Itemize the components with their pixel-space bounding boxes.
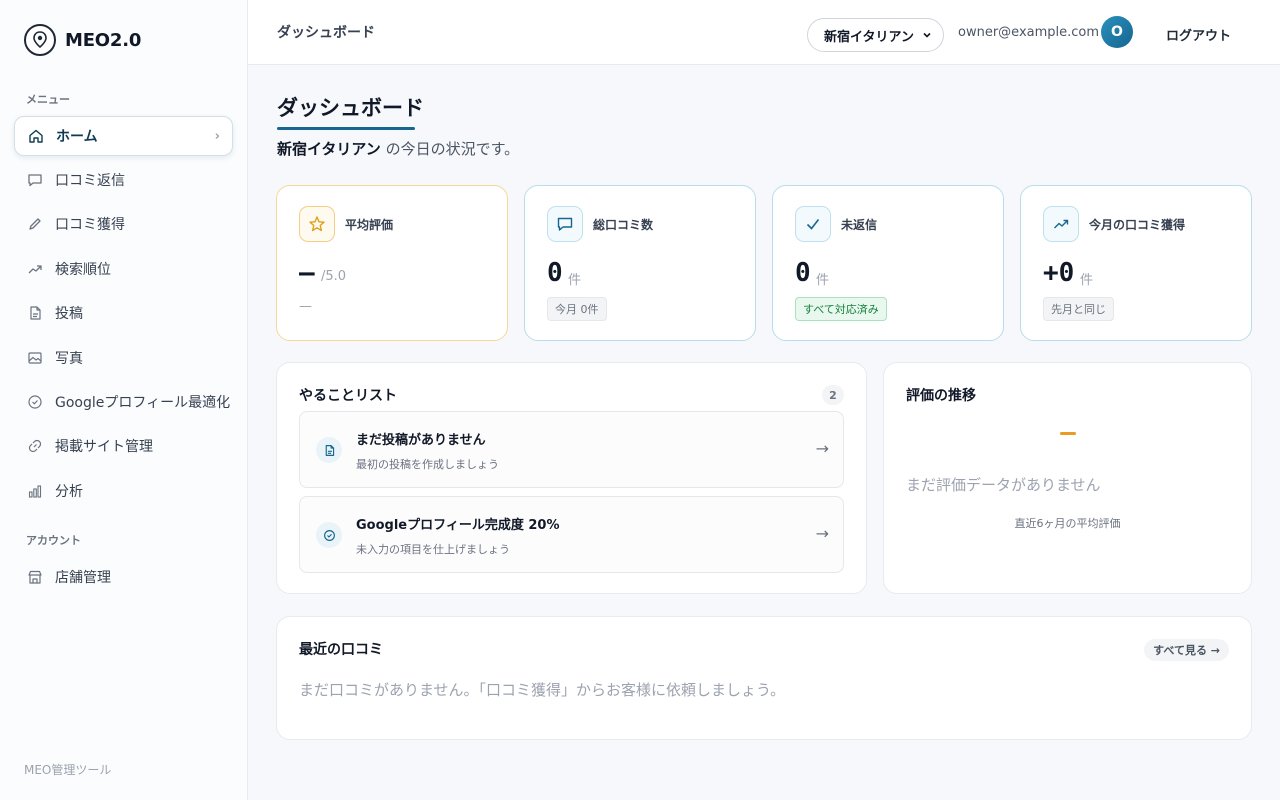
stat-note: —: [299, 299, 312, 314]
store-select-value: 新宿イタリアン: [824, 29, 914, 45]
recent-reviews-empty: まだ口コミがありません。「口コミ獲得」からお客様に依頼しましょう。: [299, 681, 786, 699]
account-section-label: アカウント: [26, 534, 81, 547]
logo-pin-icon: [24, 24, 56, 56]
stat-value: 0: [547, 258, 563, 288]
sidebar-footer: MEO管理ツール: [24, 763, 112, 777]
sidebar: MEO2.0 メニュー ホーム › 口コミ返信 口コミ獲得 検索順位 投稿 写真…: [0, 0, 248, 800]
chat-bubble-icon: [26, 171, 44, 189]
sidebar-item-label: 写真: [55, 351, 83, 367]
todo-panel: やることリスト 2 まだ投稿がありません 最初の投稿を作成しましょう → Goo…: [276, 362, 867, 594]
header-title: ダッシュボード: [277, 25, 375, 41]
stat-chip: 先月と同じ: [1043, 297, 1114, 321]
stat-unit: 件: [816, 273, 830, 288]
todo-item-title: Googleプロフィール完成度 20%: [356, 518, 560, 533]
sidebar-item-label: 口コミ返信: [55, 173, 125, 189]
image-icon: [26, 349, 44, 367]
avatar[interactable]: O: [1101, 16, 1133, 48]
user-email: owner@example.com: [958, 25, 1100, 40]
rating-trend-title: 評価の推移: [906, 388, 976, 404]
stat-chip: 今月 0件: [547, 297, 607, 321]
chevron-down-icon: [921, 29, 933, 45]
arrow-right-icon: →: [815, 439, 829, 458]
sidebar-item-label: 検索順位: [55, 262, 111, 278]
todo-item-google-profile[interactable]: Googleプロフィール完成度 20% 未入力の項目を仕上げましょう →: [299, 496, 844, 573]
stat-card-total-reviews: 総口コミ数 0 件 今月 0件: [524, 185, 756, 341]
document-icon: [316, 437, 342, 463]
page-title: ダッシュボード: [277, 96, 424, 120]
sidebar-item-review-acquire[interactable]: 口コミ獲得: [14, 204, 233, 244]
store-icon: [26, 568, 44, 586]
todo-count-badge: 2: [822, 385, 844, 405]
rating-trend-panel: 評価の推移 まだ評価データがありません 直近6ヶ月の平均評価: [883, 362, 1252, 594]
trend-up-icon: [26, 260, 44, 278]
sidebar-item-label: 投稿: [55, 306, 83, 322]
check-circle-icon: [26, 393, 44, 411]
status-badge: すべて対応済み: [795, 297, 887, 321]
sidebar-item-label: 掲載サイト管理: [55, 439, 153, 455]
subtitle-store-name: 新宿イタリアン: [277, 140, 381, 158]
chat-bubble-icon: [547, 206, 583, 242]
checkmark-icon: [795, 206, 831, 242]
chevron-right-icon: ›: [214, 128, 220, 144]
sidebar-item-google-profile[interactable]: Googleプロフィール最適化: [14, 382, 233, 422]
sidebar-item-store-management[interactable]: 店舗管理: [14, 557, 233, 597]
sidebar-item-listings[interactable]: 掲載サイト管理: [14, 426, 233, 466]
sidebar-item-posts[interactable]: 投稿: [14, 293, 233, 333]
recent-reviews-title: 最近の口コミ: [299, 642, 383, 658]
home-icon: [27, 127, 45, 145]
stat-unit: 件: [1080, 273, 1094, 288]
star-icon: [299, 206, 335, 242]
stat-value: 0: [795, 258, 811, 288]
stat-unit: 件: [568, 273, 582, 288]
logout-button[interactable]: ログアウト: [1166, 25, 1231, 44]
sidebar-item-review-reply[interactable]: 口コミ返信: [14, 160, 233, 200]
stat-label: 総口コミ数: [593, 218, 654, 232]
stat-card-unreplied: 未返信 0 件 すべて対応済み: [772, 185, 1004, 341]
stat-label: 平均評価: [345, 218, 394, 232]
pencil-icon: [26, 215, 44, 233]
sidebar-item-label: ホーム: [56, 129, 98, 145]
todo-title: やることリスト: [299, 388, 397, 404]
stat-value: —: [299, 258, 315, 288]
sidebar-item-home[interactable]: ホーム ›: [14, 116, 233, 156]
stat-card-monthly: 今月の口コミ獲得 +0 件 先月と同じ: [1020, 185, 1252, 341]
stat-value: +0: [1043, 258, 1075, 288]
rating-trend-empty: まだ評価データがありません: [906, 476, 1101, 494]
link-icon: [26, 437, 44, 455]
store-select[interactable]: 新宿イタリアン: [807, 18, 944, 52]
stat-card-rating: 平均評価 — /5.0 —: [276, 185, 508, 341]
sidebar-item-analytics[interactable]: 分析: [14, 471, 233, 511]
sidebar-item-search-rank[interactable]: 検索順位: [14, 249, 233, 289]
sidebar-item-label: 分析: [55, 484, 83, 500]
todo-item-desc: 未入力の項目を仕上げましょう: [356, 543, 510, 556]
stat-unit: /5.0: [321, 269, 347, 284]
recent-reviews-panel: 最近の口コミ すべて見る → まだ口コミがありません。「口コミ獲得」からお客様に…: [276, 616, 1252, 740]
page-subtitle: 新宿イタリアン の今日の状況です。: [277, 138, 519, 159]
todo-item-posts[interactable]: まだ投稿がありません 最初の投稿を作成しましょう →: [299, 411, 844, 488]
stat-label: 今月の口コミ獲得: [1089, 218, 1186, 232]
rating-trend-caption: 直近6ヶ月の平均評価: [1014, 517, 1121, 530]
document-icon: [26, 304, 44, 322]
bar-chart-icon: [26, 482, 44, 500]
sidebar-item-label: 口コミ獲得: [55, 217, 125, 233]
menu-section-label: メニュー: [26, 93, 70, 106]
top-header: ダッシュボード 新宿イタリアン owner@example.com O ログアウ…: [248, 0, 1280, 65]
sidebar-item-label: 店舗管理: [55, 570, 111, 586]
empty-dash-mark: [1060, 432, 1076, 435]
app-name: MEO2.0: [65, 29, 142, 51]
todo-item-desc: 最初の投稿を作成しましょう: [356, 458, 499, 471]
sidebar-item-label: Googleプロフィール最適化: [55, 395, 231, 411]
app-logo[interactable]: MEO2.0: [24, 24, 141, 56]
title-underline: [277, 127, 415, 130]
todo-item-title: まだ投稿がありません: [356, 433, 486, 448]
sidebar-item-photos[interactable]: 写真: [14, 338, 233, 378]
trend-up-icon: [1043, 206, 1079, 242]
see-all-button[interactable]: すべて見る →: [1144, 639, 1229, 661]
subtitle-text: の今日の状況です。: [380, 140, 520, 158]
stat-label: 未返信: [841, 218, 878, 232]
check-circle-icon: [316, 522, 342, 548]
arrow-right-icon: →: [815, 524, 829, 543]
